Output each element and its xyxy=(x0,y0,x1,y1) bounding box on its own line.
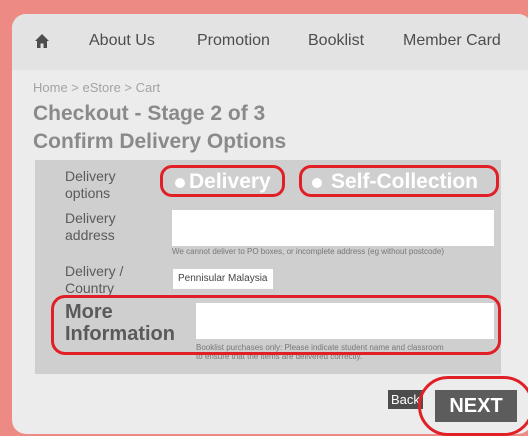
page-title: Checkout - Stage 2 of 3 xyxy=(33,102,266,125)
label-line: Delivery / xyxy=(65,263,124,279)
home-icon[interactable] xyxy=(34,33,50,49)
delivery-country-label: Delivery / Country xyxy=(65,263,123,297)
more-information-highlight-ring xyxy=(51,295,501,355)
label-line: address xyxy=(65,227,115,243)
self-collection-highlight-ring xyxy=(299,165,499,197)
label-line: Delivery xyxy=(65,210,116,226)
delivery-address-label: Delivery address xyxy=(65,210,116,244)
top-nav: About Us Promotion Booklist Member Card xyxy=(12,14,528,70)
delivery-options-label: Delivery options xyxy=(65,168,116,202)
nav-about-us[interactable]: About Us xyxy=(89,32,155,50)
checkout-card: About Us Promotion Booklist Member Card … xyxy=(12,14,528,434)
page-subtitle: Confirm Delivery Options xyxy=(33,130,287,153)
delivery-address-input[interactable] xyxy=(172,210,494,246)
label-line: options xyxy=(65,185,111,201)
nav-member-card[interactable]: Member Card xyxy=(403,32,501,50)
nav-promotion[interactable]: Promotion xyxy=(197,32,270,50)
delivery-address-hint: We cannot deliver to PO boxes, or incomp… xyxy=(172,247,444,256)
delivery-highlight-ring xyxy=(160,165,285,197)
next-highlight-ring xyxy=(418,376,528,436)
label-line: Delivery xyxy=(65,168,116,184)
delivery-country-select[interactable]: Pennisular Malaysia xyxy=(173,269,273,289)
nav-booklist[interactable]: Booklist xyxy=(308,32,364,50)
delivery-form: Delivery options Delivery Self-Collectio… xyxy=(35,160,501,374)
breadcrumb: Home > eStore > Cart xyxy=(33,80,161,95)
